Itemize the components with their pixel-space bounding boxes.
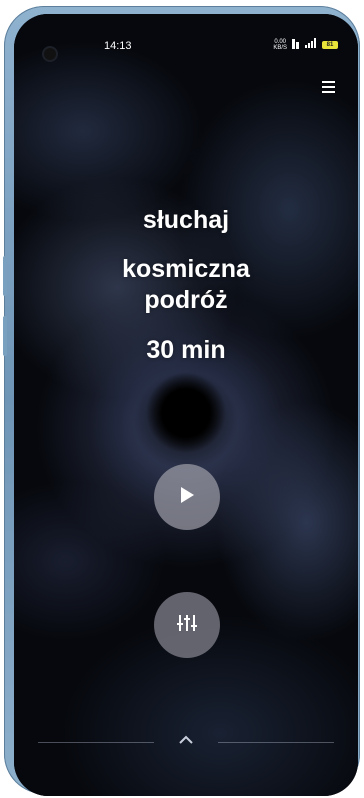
- network-speed-value: 0.00: [274, 38, 286, 45]
- status-icons: 0.00 KB/S 81: [273, 38, 338, 51]
- session-title-line1: kosmiczna: [122, 255, 250, 283]
- signal-icon: [305, 38, 317, 51]
- mixer-sliders-icon: [176, 613, 198, 638]
- cosmic-background-image: [14, 14, 358, 796]
- session-title: kosmiczna podróż: [14, 254, 358, 316]
- play-button[interactable]: [154, 464, 220, 530]
- volte-icon: [292, 38, 300, 51]
- volume-button: [3, 256, 7, 296]
- hamburger-menu-icon[interactable]: [320, 80, 338, 94]
- divider-left: [38, 742, 154, 743]
- network-speed-unit: KB/S: [273, 44, 287, 51]
- network-speed-icon: 0.00 KB/S: [273, 39, 287, 51]
- session-duration: 30 min: [146, 336, 226, 364]
- battery-icon: 81: [322, 40, 338, 49]
- phone-frame: 14:13 0.00 KB/S 81 słuchaj kosmiczna pod…: [3, 6, 360, 796]
- screen: 14:13 0.00 KB/S 81 słuchaj kosmiczna pod…: [14, 14, 358, 796]
- chevron-up-icon[interactable]: [176, 732, 196, 748]
- front-camera: [44, 48, 56, 60]
- status-bar: 14:13 0.00 KB/S 81: [14, 14, 358, 60]
- mixer-button[interactable]: [154, 592, 220, 658]
- play-icon: [179, 486, 195, 509]
- session-title-line2: podróż: [144, 286, 228, 314]
- power-button: [3, 316, 7, 356]
- divider-right: [218, 742, 334, 743]
- session-label: słuchaj: [142, 206, 230, 234]
- status-time: 14:13: [104, 40, 132, 52]
